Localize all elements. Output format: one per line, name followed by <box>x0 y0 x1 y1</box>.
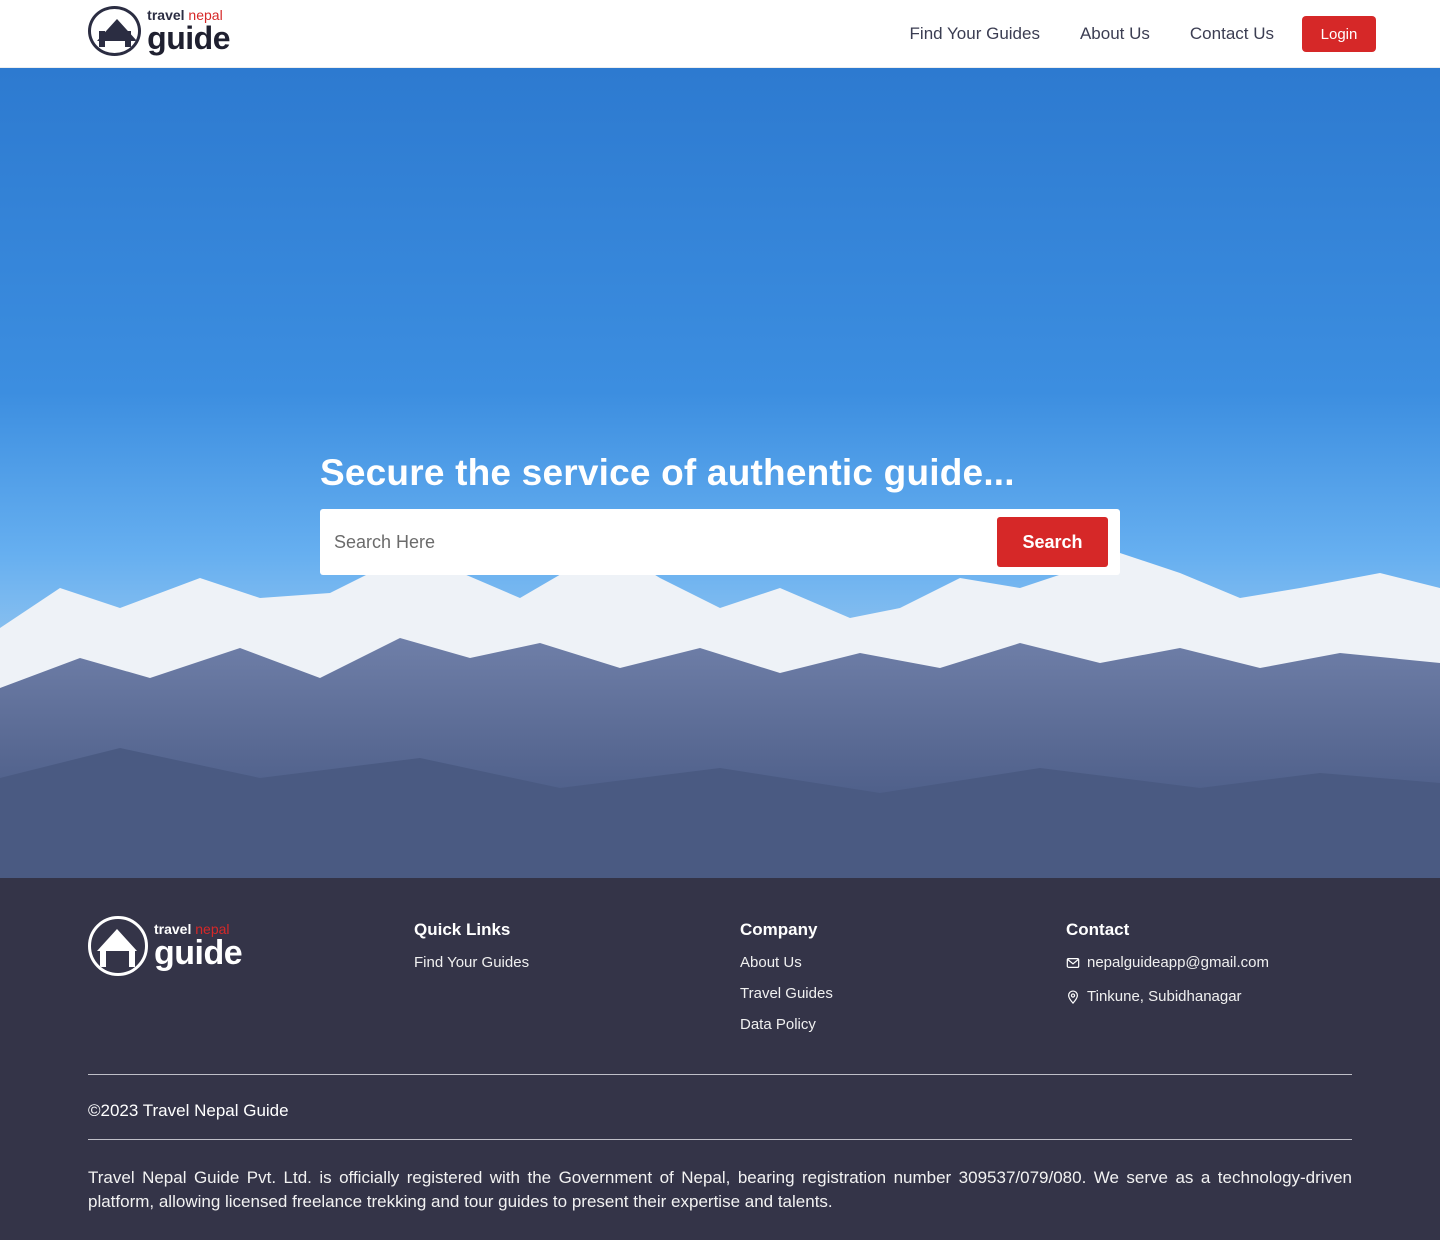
nav-contact-us[interactable]: Contact Us <box>1190 24 1274 44</box>
location-pin-icon <box>1068 989 1078 1004</box>
footer-logo-badge-icon <box>88 916 148 976</box>
site-footer: travel nepal guide Quick Links Find Your… <box>0 878 1440 1240</box>
logo-text-guide: guide <box>147 20 230 56</box>
logo-badge-icon <box>88 6 142 56</box>
search-box: Search <box>320 509 1120 575</box>
footer-link-travel-guides[interactable]: Travel Guides <box>740 985 833 1002</box>
footer-link-data-policy[interactable]: Data Policy <box>740 1016 833 1033</box>
site-header: travel nepal guide Find Your Guides Abou… <box>0 0 1440 68</box>
footer-logo-text-guide: guide <box>154 934 243 972</box>
footer-link-find-your-guides[interactable]: Find Your Guides <box>414 954 529 971</box>
nav-find-your-guides[interactable]: Find Your Guides <box>910 24 1040 44</box>
search-button[interactable]: Search <box>997 517 1108 567</box>
mail-icon <box>1066 957 1080 968</box>
nav-about-us[interactable]: About Us <box>1080 24 1150 44</box>
site-logo[interactable]: travel nepal guide <box>88 5 230 57</box>
footer-divider-2 <box>88 1139 1352 1140</box>
legal-text: Travel Nepal Guide Pvt. Ltd. is official… <box>88 1168 1352 1211</box>
footer-company: Company About Us Travel Guides Data Poli… <box>740 920 833 1047</box>
copyright-text: ©2023 Travel Nepal Guide <box>88 1101 289 1120</box>
hero-title: Secure the service of authentic guide... <box>320 452 1015 493</box>
contact-email: nepalguideapp@gmail.com <box>1087 954 1270 971</box>
mountain-range-image <box>0 553 1440 878</box>
hero-banner: Secure the service of authentic guide...… <box>0 68 1440 878</box>
quick-links-heading: Quick Links <box>414 920 511 939</box>
company-heading: Company <box>740 920 818 939</box>
footer-link-about-us[interactable]: About Us <box>740 954 833 971</box>
search-input[interactable] <box>334 529 974 555</box>
footer-quick-links: Quick Links Find Your Guides <box>414 920 529 985</box>
contact-heading: Contact <box>1066 920 1130 939</box>
login-button[interactable]: Login <box>1302 16 1376 52</box>
contact-email-row[interactable]: nepalguideapp@gmail.com <box>1066 954 1269 971</box>
footer-contact: Contact nepalguideapp@gmail.com Tinkune,… <box>1066 920 1269 1022</box>
contact-address: Tinkune, Subidhanagar <box>1087 988 1242 1005</box>
main-nav: Find Your Guides About Us Contact Us Log… <box>910 16 1376 52</box>
footer-divider <box>88 1074 1352 1075</box>
footer-logo[interactable]: travel nepal guide <box>88 916 243 976</box>
contact-address-row: Tinkune, Subidhanagar <box>1066 988 1269 1005</box>
